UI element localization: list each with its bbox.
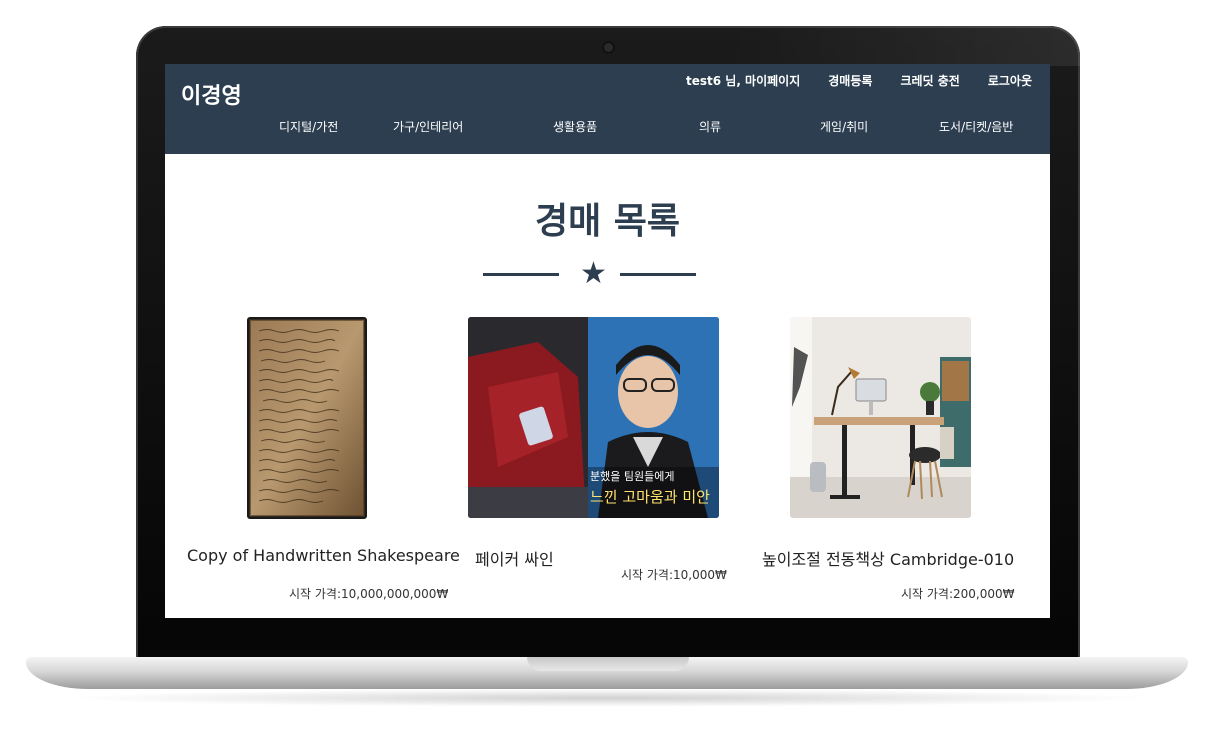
site-logo[interactable]: 이경영 xyxy=(181,78,242,110)
item-title[interactable]: 페이커 싸인 xyxy=(475,546,554,570)
webcam-icon xyxy=(604,43,613,52)
item-image-desk[interactable] xyxy=(790,317,971,518)
category-games[interactable]: 게임/취미 xyxy=(820,118,868,135)
laptop-shadow xyxy=(60,689,1156,707)
logout-link[interactable]: 로그아웃 xyxy=(988,72,1032,89)
page-title: 경매 목록 xyxy=(534,201,680,242)
category-clothing[interactable]: 의류 xyxy=(699,118,721,135)
lid-reflection xyxy=(730,26,1080,66)
star-icon: ★ xyxy=(580,256,607,291)
credit-charge-link[interactable]: 크레딧 충전 xyxy=(900,72,959,89)
category-digital[interactable]: 디지털/가전 xyxy=(279,118,338,135)
laptop-notch xyxy=(527,657,689,671)
mypage-link[interactable]: test6 님, 마이페이지 xyxy=(686,72,800,89)
category-furniture[interactable]: 가구/인테리어 xyxy=(393,118,463,135)
item-title[interactable]: Copy of Handwritten Shakespeare xyxy=(187,546,460,565)
item-price: 시작 가격:10,000₩ xyxy=(621,568,727,582)
item-title[interactable]: 높이조절 전동책상 Cambridge-010 xyxy=(762,546,1014,570)
register-auction-link[interactable]: 경매등록 xyxy=(828,72,872,89)
title-divider: ★ xyxy=(165,256,1050,291)
item-price: 시작 가격:10,000,000,000₩ xyxy=(289,587,449,601)
image-caption-line-1: 분했을 팀원들에게 xyxy=(590,470,674,483)
item-image-manuscript[interactable] xyxy=(247,317,367,519)
user-nav: test6 님, 마이페이지 경매등록 크레딧 충전 로그아웃 xyxy=(686,72,1032,89)
divider-line-right xyxy=(620,273,696,276)
category-living[interactable]: 생활용품 xyxy=(553,118,597,135)
laptop-screen: 이경영 test6 님, 마이페이지 경매등록 크레딧 충전 로그아웃 디지털/… xyxy=(165,64,1050,618)
divider-line-left xyxy=(483,273,559,276)
item-image-signature[interactable]: 분했을 팀원들에게 느낀 고마움과 미안 xyxy=(468,317,719,518)
image-caption-line-2: 느낀 고마움과 미안 xyxy=(590,488,710,506)
category-nav: 디지털/가전 가구/인테리어 생활용품 의류 게임/취미 도서/티켓/음반 xyxy=(165,118,1050,138)
category-books[interactable]: 도서/티켓/음반 xyxy=(939,118,1013,135)
site-header: 이경영 test6 님, 마이페이지 경매등록 크레딧 충전 로그아웃 디지털/… xyxy=(165,64,1050,154)
item-price: 시작 가격:200,000₩ xyxy=(901,587,1015,601)
